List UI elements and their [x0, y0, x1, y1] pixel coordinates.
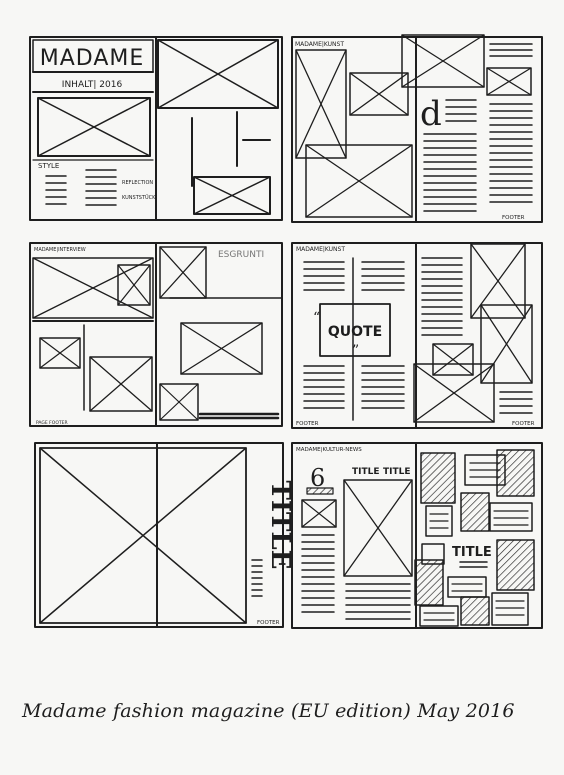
pull-quote: QUOTE — [328, 324, 382, 340]
hatched-image — [460, 596, 490, 626]
spread-4-right-page — [413, 243, 533, 423]
spread-3-left-page — [32, 257, 154, 412]
wireframe-sketch: MADAME INHALT| 2016 STYLE REFLECTION KUN… — [29, 34, 543, 629]
quote-close-mark: ” — [352, 343, 359, 359]
caption: Madame fashion magazine (EU edition) May… — [22, 700, 515, 722]
masthead-title: MADAME — [40, 46, 145, 71]
hatched-image — [420, 452, 456, 504]
article-title: TITLE — [352, 467, 380, 477]
text-box — [447, 576, 487, 598]
page-header: MADAME|INTERVIEW — [34, 247, 86, 253]
page-header: MADAME|KULTUR-NEWS — [296, 447, 362, 453]
section-label-reflection: REFLECTION — [122, 180, 153, 186]
page-header: MADAME|KUNST — [296, 246, 345, 253]
spread-6-left-page — [301, 479, 413, 620]
section-label: ESGRUNTI — [218, 250, 264, 260]
text-box — [489, 502, 533, 532]
text-column — [421, 257, 533, 414]
spread-3-right-page — [159, 246, 283, 421]
text-column — [345, 583, 411, 620]
page-footer: FOOTER — [257, 620, 280, 626]
page-footer: FOOTER — [296, 421, 319, 427]
text-column — [301, 534, 335, 613]
drop-cap: d — [420, 94, 442, 134]
spread-5-right-page — [251, 559, 263, 597]
feature-title: TITLE — [452, 545, 492, 560]
spread-3 — [29, 242, 283, 427]
text-column — [45, 169, 117, 206]
quote-open-mark: “ — [313, 310, 320, 326]
spread-6 — [291, 442, 543, 629]
spread-5 — [34, 442, 284, 628]
page-header: MADAME|KUNST — [295, 41, 344, 48]
hatched-image — [414, 559, 444, 606]
spread-5-left-page — [39, 447, 247, 624]
vertical-title: TITLE — [265, 481, 295, 570]
text-box — [419, 605, 459, 627]
hatched-image — [496, 539, 535, 591]
hatched-image — [460, 492, 490, 532]
spread-2-left-page — [295, 49, 413, 218]
text-box — [491, 592, 529, 626]
issue-number: 6 — [310, 464, 325, 492]
page-footer: FOOTER — [502, 215, 525, 221]
spread-1-right-page — [157, 39, 279, 215]
spread-2 — [291, 34, 543, 223]
spread-6-right-page — [414, 449, 535, 627]
page-footer: PAGE FOOTER — [36, 420, 68, 426]
contents-subhead: INHALT| 2016 — [62, 80, 123, 90]
page-footer: FOOTER — [512, 421, 535, 427]
article-title-small: TITLE — [383, 467, 411, 477]
section-label-style: STYLE — [38, 162, 59, 170]
hatched-image — [496, 449, 535, 497]
section-label-kunststueck: KUNSTSTÜCK — [122, 194, 156, 201]
